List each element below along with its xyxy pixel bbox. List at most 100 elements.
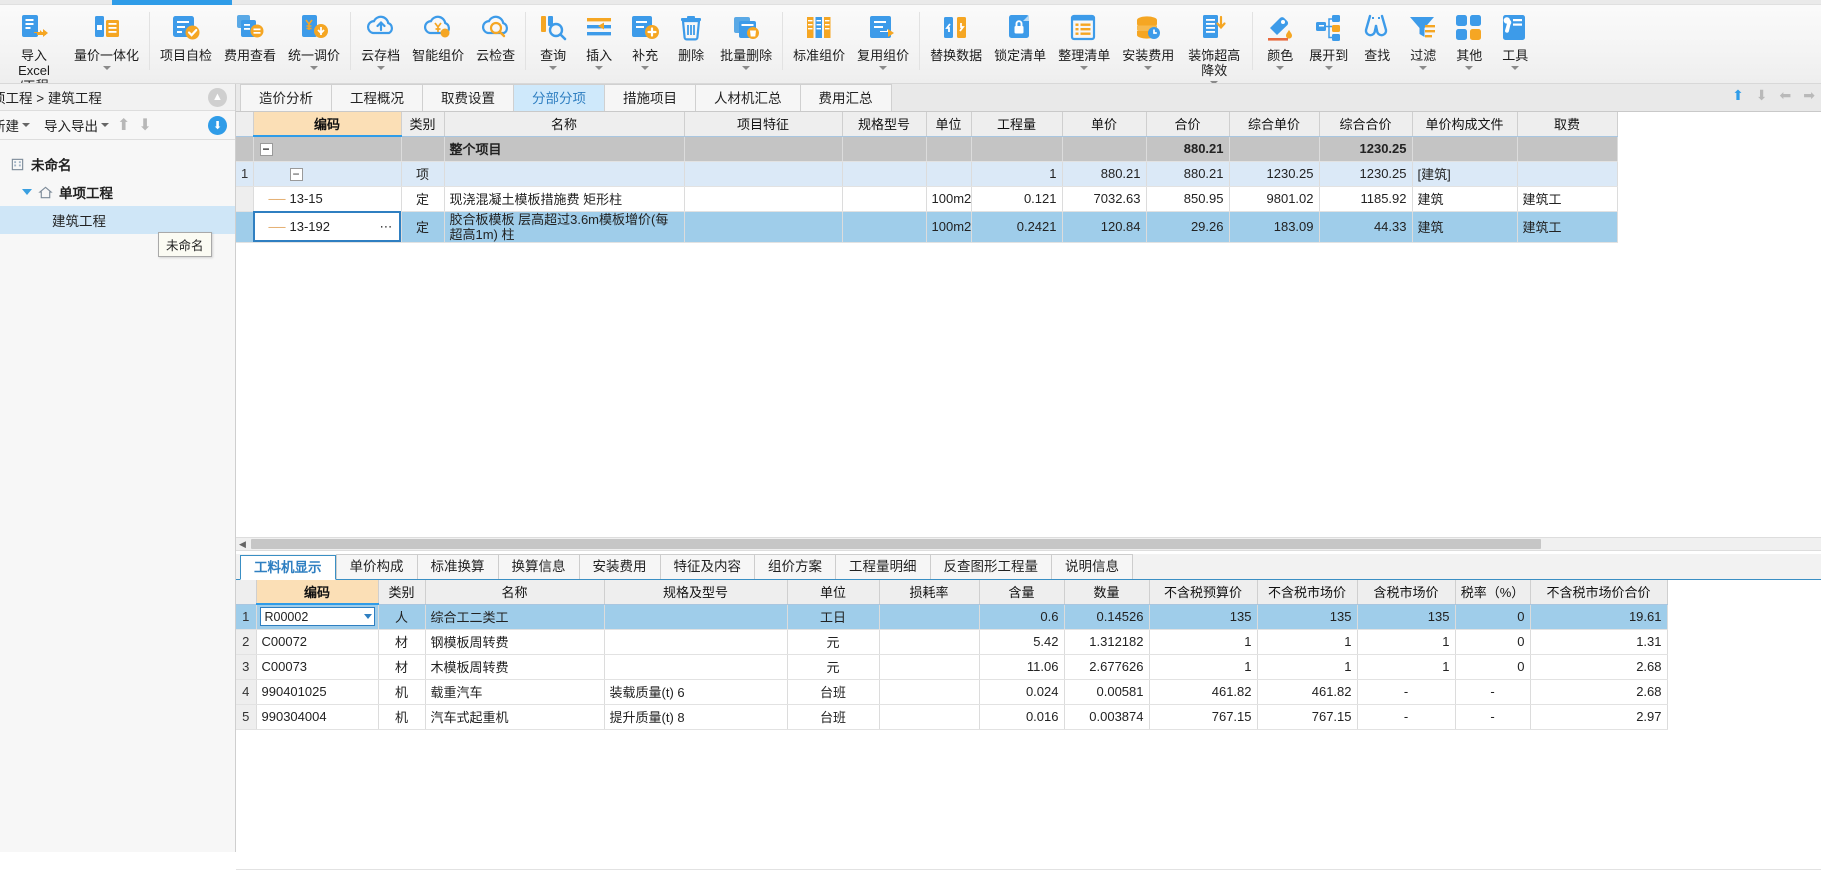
ribbon-button-query[interactable]: 查询 bbox=[530, 5, 576, 83]
ribbon-button-decoration-height[interactable]: 装饰超高 降效 bbox=[1180, 5, 1248, 83]
cell-quantity[interactable] bbox=[971, 136, 1063, 162]
cell-unit[interactable]: 100m2 bbox=[926, 186, 972, 212]
material-column-header-4[interactable]: 单位 bbox=[787, 580, 880, 605]
cell-market-price[interactable]: 767.15 bbox=[1257, 704, 1358, 730]
material-column-header-0[interactable]: 编码 bbox=[256, 580, 379, 605]
detail-tab-1[interactable]: 单价构成 bbox=[335, 554, 417, 579]
table-row[interactable]: 4 990401025 机载重汽车 装载质量(t) 6 台班 0.024 0.00581 46… bbox=[236, 679, 1821, 705]
column-header-6[interactable]: 工程量 bbox=[971, 112, 1063, 137]
material-column-header-11[interactable]: 税率（%） bbox=[1455, 580, 1531, 605]
row-number[interactable]: 5 bbox=[236, 704, 257, 730]
ribbon-button-import-excel[interactable]: 导入Excel /工程 bbox=[0, 5, 68, 83]
cell-code[interactable]: R00002 bbox=[256, 604, 379, 630]
cell-total-price[interactable]: 29.26 bbox=[1146, 211, 1230, 243]
cell-budget-price[interactable]: 1 bbox=[1149, 629, 1258, 655]
chevron-down-icon[interactable] bbox=[595, 66, 604, 70]
table-row[interactable]: 1 R00002 人综合工二类工 工日 0.6 0.14526 135 135 135 0 19.6… bbox=[236, 604, 1821, 630]
cell-content[interactable]: 5.42 bbox=[979, 629, 1065, 655]
ribbon-button-tools[interactable]: 工具 bbox=[1492, 5, 1538, 83]
column-header-9[interactable]: 综合单价 bbox=[1229, 112, 1320, 137]
arrow-up-icon[interactable]: ⬆ bbox=[113, 115, 134, 135]
tab-6[interactable]: 费用汇总 bbox=[799, 84, 892, 111]
chevron-down-icon[interactable] bbox=[1511, 66, 1520, 70]
cell-tax-rate[interactable]: - bbox=[1455, 679, 1531, 705]
expand-toggle[interactable]: − bbox=[289, 168, 303, 182]
cell-budget-price[interactable]: 1 bbox=[1149, 654, 1258, 680]
ribbon-button-cloud-archive[interactable]: 云存档 bbox=[355, 5, 406, 83]
cell-tax-rate[interactable]: - bbox=[1455, 704, 1531, 730]
cell-code[interactable]: − bbox=[253, 161, 402, 187]
ribbon-button-project-selfcheck[interactable]: 项目自检 bbox=[154, 5, 218, 83]
column-header-0[interactable]: 编码 bbox=[253, 112, 402, 137]
code-combobox[interactable]: R00002 bbox=[259, 607, 375, 627]
cell-spec[interactable] bbox=[842, 186, 927, 212]
column-header-11[interactable]: 单价构成文件 bbox=[1412, 112, 1518, 137]
cell-loss-rate[interactable] bbox=[879, 629, 980, 655]
nav-next-icon[interactable]: ➡ bbox=[1803, 88, 1815, 102]
tab-3[interactable]: 分部分项 bbox=[513, 84, 604, 111]
cell-content[interactable]: 11.06 bbox=[979, 654, 1065, 680]
detail-tab-0[interactable]: 工料机显示 bbox=[240, 555, 336, 580]
cell-content[interactable]: 0.024 bbox=[979, 679, 1065, 705]
ribbon-button-reuse-pricing[interactable]: 复用组价 bbox=[851, 5, 915, 83]
tab-2[interactable]: 取费设置 bbox=[422, 84, 513, 111]
row-number[interactable] bbox=[236, 211, 254, 243]
tab-1[interactable]: 工程概况 bbox=[331, 84, 422, 111]
material-column-header-6[interactable]: 含量 bbox=[979, 580, 1065, 605]
cell-feature[interactable] bbox=[684, 186, 843, 212]
cell-comprehensive-price[interactable]: 183.09 bbox=[1229, 211, 1320, 243]
cell-unit[interactable] bbox=[926, 161, 972, 187]
ribbon-button-filter[interactable]: 过滤 bbox=[1400, 5, 1446, 83]
ribbon-button-standard-pricing[interactable]: 标准组价 bbox=[787, 5, 851, 83]
cell-budget-price[interactable]: 135 bbox=[1149, 604, 1258, 630]
cell-tax-rate[interactable]: 0 bbox=[1455, 654, 1531, 680]
cell-total[interactable]: 1.31 bbox=[1530, 629, 1668, 655]
cell-quantity[interactable]: 1.312182 bbox=[1064, 629, 1150, 655]
material-column-header-1[interactable]: 类别 bbox=[378, 580, 426, 605]
cell-comprehensive-price[interactable]: 9801.02 bbox=[1229, 186, 1320, 212]
ribbon-button-smart-pricing[interactable]: 智能组价 bbox=[406, 5, 470, 83]
nav-up-icon[interactable]: ⬆ bbox=[1732, 88, 1744, 102]
cell-name[interactable]: 载重汽车 bbox=[425, 679, 605, 705]
ribbon-button-cloud-check[interactable]: 云检查 bbox=[470, 5, 521, 83]
cell-fee[interactable]: 建筑工 bbox=[1517, 211, 1618, 243]
cell-category[interactable]: 定 bbox=[401, 211, 445, 243]
detail-tab-8[interactable]: 反查图形工程量 bbox=[929, 554, 1051, 579]
scrollbar-thumb[interactable] bbox=[251, 539, 1541, 549]
column-header-5[interactable]: 单位 bbox=[926, 112, 972, 137]
cell-price-file[interactable]: [建筑] bbox=[1412, 161, 1518, 187]
cell-category[interactable] bbox=[401, 136, 445, 162]
chevron-down-icon[interactable] bbox=[1080, 66, 1089, 70]
cell-code[interactable]: ── 13-192 ⋯ bbox=[253, 211, 402, 243]
column-header-4[interactable]: 规格型号 bbox=[842, 112, 927, 137]
cell-category[interactable]: 机 bbox=[378, 679, 426, 705]
cell-quantity[interactable]: 0.2421 bbox=[971, 211, 1063, 243]
cell-loss-rate[interactable] bbox=[879, 604, 980, 630]
row-number[interactable]: 1 bbox=[236, 161, 254, 187]
cell-price-file[interactable]: 建筑 bbox=[1412, 186, 1518, 212]
cell-loss-rate[interactable] bbox=[879, 654, 980, 680]
tree-node-building-project[interactable]: 建筑工程 bbox=[0, 206, 235, 234]
cell-content[interactable]: 0.016 bbox=[979, 704, 1065, 730]
cell-feature[interactable] bbox=[684, 211, 843, 243]
cell-spec[interactable] bbox=[604, 629, 788, 655]
cell-spec[interactable]: 提升质量(t) 8 bbox=[604, 704, 788, 730]
cell-tax-market-price[interactable]: - bbox=[1357, 704, 1456, 730]
material-column-header-5[interactable]: 损耗率 bbox=[879, 580, 980, 605]
cell-quantity[interactable]: 0.00581 bbox=[1064, 679, 1150, 705]
detail-tab-5[interactable]: 特征及内容 bbox=[659, 554, 754, 579]
nav-prev-icon[interactable]: ⬅ bbox=[1780, 88, 1792, 102]
table-row[interactable]: 1− 项 1 880.21 880.21 1230.25 1230.25 [建筑] bbox=[236, 161, 1821, 187]
ribbon-button-replace-data[interactable]: 替换数据 bbox=[924, 5, 988, 83]
cell-fee[interactable] bbox=[1517, 136, 1618, 162]
row-number[interactable]: 2 bbox=[236, 629, 257, 655]
cell-tax-market-price[interactable]: - bbox=[1357, 679, 1456, 705]
download-icon[interactable]: ⬇ bbox=[208, 116, 227, 135]
cell-total[interactable]: 19.61 bbox=[1530, 604, 1668, 630]
cell-tax-rate[interactable]: 0 bbox=[1455, 604, 1531, 630]
cell-total[interactable]: 2.68 bbox=[1530, 654, 1668, 680]
ribbon-button-batch-delete[interactable]: 批量删除 bbox=[714, 5, 778, 83]
cell-name[interactable]: 钢模板周转费 bbox=[425, 629, 605, 655]
material-column-header-12[interactable]: 不含税市场价合价 bbox=[1530, 580, 1668, 605]
cell-market-price[interactable]: 135 bbox=[1257, 604, 1358, 630]
